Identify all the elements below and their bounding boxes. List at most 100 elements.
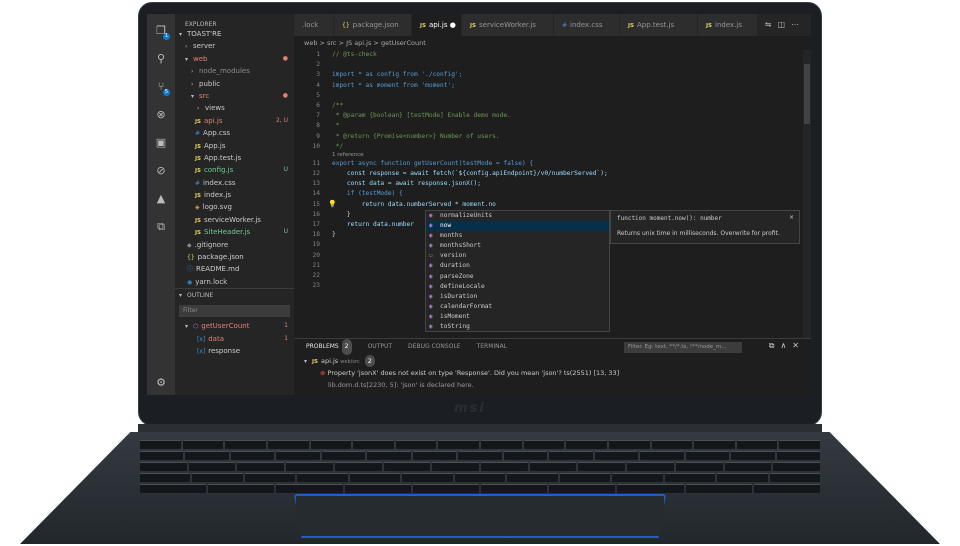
tab-output[interactable]: OUTPUT	[368, 339, 392, 355]
lightbulb-icon[interactable]: 💡	[328, 200, 337, 208]
tree-item-site-header-js[interactable]: JS SiteHeader.js U	[175, 226, 294, 238]
tree-item-gitignore[interactable]: ◆ .gitignore	[175, 239, 294, 251]
key	[523, 440, 565, 449]
collapse-all-icon[interactable]: ⧉	[769, 341, 781, 350]
key	[140, 462, 187, 471]
key-row	[140, 451, 821, 460]
suggestion-item[interactable]: ◉ calendarFormat	[426, 302, 609, 312]
code-line: /**	[332, 101, 344, 109]
suggestion-item[interactable]: ◉ duration	[426, 261, 609, 271]
suggestion-item[interactable]: ◉ defineLocale	[426, 282, 609, 292]
breadcrumb[interactable]: web > src > JS api.js > getUserCount	[294, 36, 811, 50]
search-icon[interactable]: ⚲	[154, 52, 168, 66]
maximize-panel-icon[interactable]: ∧	[780, 341, 792, 350]
tree-item-server[interactable]: › server	[175, 40, 294, 52]
tree-item-logo-svg[interactable]: ◈ logo.svg	[175, 201, 294, 213]
tree-item-public[interactable]: › public	[175, 78, 294, 90]
tree-item-src[interactable]: ▾ src ●	[175, 90, 294, 102]
key	[627, 462, 674, 471]
tab-index-css[interactable]: # index.css	[554, 14, 620, 36]
line-number: 3	[316, 71, 320, 79]
outline-item-response[interactable]: [x] response	[175, 345, 294, 357]
tree-item-app-css[interactable]: # App.css	[175, 127, 294, 139]
compare-icon[interactable]: ⇋	[765, 20, 778, 29]
azure-icon[interactable]: ▲	[154, 192, 168, 206]
line-number: 9	[316, 132, 320, 140]
extensions-icon[interactable]: ▣	[154, 136, 168, 150]
tab-debug-console[interactable]: DEBUG CONSOLE	[408, 339, 461, 355]
git-icon[interactable]: ⊘	[154, 164, 168, 178]
editor-scrollbar[interactable]	[803, 50, 811, 338]
suggestion-item[interactable]: ◉ normalizeUnits	[426, 211, 609, 221]
close-panel-icon[interactable]: ✕	[792, 341, 805, 350]
tree-label: logo.svg	[202, 203, 232, 212]
suggestion-item[interactable]: ◉ isDuration	[426, 292, 609, 302]
scroll-thumb[interactable]	[804, 64, 810, 124]
suggestion-item[interactable]: ◉ now	[426, 221, 609, 232]
line-number: 20	[312, 251, 320, 259]
activity-bar: ❐ 1 ⚲ ⑂ 5 ⊗ ▣ ⊘ ▲ ⧉ ⚙	[147, 14, 175, 395]
tree-item-app-test-js[interactable]: JS App.test.js	[175, 152, 294, 164]
codelens-references[interactable]: 1 reference	[332, 152, 608, 159]
tab-label: App.test.js	[637, 21, 675, 29]
method-icon: ◉	[429, 323, 433, 331]
tree-item-views[interactable]: › views	[175, 102, 294, 114]
tab-problems[interactable]: PROBLEMS 2	[306, 339, 352, 355]
tab-lock[interactable]: .lock	[294, 14, 334, 36]
outline-item-data[interactable]: [x] data 1	[175, 333, 294, 345]
problem-related-row[interactable]: lib.dom.d.ts[2230, 5]: 'json' is declare…	[294, 379, 811, 391]
source-control-icon[interactable]: ⑂ 5	[154, 80, 170, 96]
tab-package-json[interactable]: {} package.json	[334, 14, 412, 36]
debug-icon[interactable]: ⊗	[154, 108, 168, 122]
split-editor-icon[interactable]: ◫	[777, 20, 791, 29]
outline-title: OUTLINE	[187, 292, 214, 300]
tree-item-web[interactable]: ▾ web ●	[175, 53, 294, 65]
unsaved-dot-icon[interactable]: ●	[450, 21, 456, 29]
key	[310, 440, 352, 449]
key	[432, 462, 480, 471]
gear-icon[interactable]: ⚙	[154, 376, 168, 390]
close-icon[interactable]: ×	[789, 214, 794, 221]
tree-item-index-js[interactable]: JS index.js	[175, 189, 294, 201]
code-line: const response = await fetch(`${config.a…	[332, 170, 608, 178]
tree-item-node-modules[interactable]: › node_modules	[175, 65, 294, 77]
tree-item-package-json[interactable]: {} package.json	[175, 251, 294, 263]
outline-filter-input[interactable]: Filter	[179, 305, 290, 318]
tab-app-test-js[interactable]: JS App.test.js	[620, 14, 698, 36]
tree-item-yarn-lock[interactable]: ◉ yarn.lock	[175, 276, 294, 288]
tree-label: response	[208, 346, 241, 355]
key	[276, 451, 320, 460]
suggestion-item[interactable]: ◉ isMoment	[426, 312, 609, 322]
outline-item-get-user-count[interactable]: ▾ ⬡ getUserCount 1	[175, 320, 294, 332]
tab-api-js[interactable]: JS api.js ●	[412, 14, 462, 36]
tab-terminal[interactable]: TERMINAL	[477, 339, 508, 355]
tree-item-config-js[interactable]: JS config.js U	[175, 164, 294, 176]
tree-item-index-css[interactable]: # index.css	[175, 177, 294, 189]
suggestion-list[interactable]: ◉ normalizeUnits ◉ now ◉ months ◉ monthsShort ▭ v…	[425, 210, 610, 332]
tab-index-js[interactable]: JS index.js	[698, 14, 758, 36]
suggestion-item[interactable]: ◉ monthsShort	[426, 241, 609, 251]
tree-item-api-js[interactable]: JS api.js 2, U	[175, 115, 294, 127]
problems-filter-input[interactable]: Filter. Eg: text, **/*.ts, !**/node_m...	[624, 342, 742, 353]
line-number: 4	[316, 81, 320, 89]
suggestion-item[interactable]: ▭ version	[426, 251, 609, 261]
explorer-root[interactable]: ▾ TOAST'RE	[175, 28, 294, 40]
gitignore-file-icon: ◆	[187, 241, 192, 249]
outline-header[interactable]: ▾ OUTLINE	[175, 288, 294, 302]
tree-item-service-worker-js[interactable]: JS serviceWorker.js	[175, 214, 294, 226]
tab-service-worker-js[interactable]: JS serviceWorker.js	[462, 14, 554, 36]
files-icon[interactable]: ❐ 1	[154, 24, 170, 40]
tree-item-readme[interactable]: ⓘ README.md	[175, 263, 294, 275]
suggestion-label: calendarFormat	[440, 302, 493, 310]
suggestion-item[interactable]: ◉ parseZone	[426, 272, 609, 282]
suggestion-item[interactable]: ◉ toString	[426, 322, 609, 332]
problem-error-row[interactable]: ⊗ Property 'jsonX' does not exist on typ…	[294, 367, 811, 379]
more-actions-icon[interactable]: ⋯	[791, 20, 805, 29]
suggestion-item[interactable]: ◉ months	[426, 231, 609, 241]
problem-file-row[interactable]: ▾ JS api.js web/src 2	[294, 355, 811, 367]
tree-item-app-js[interactable]: JS App.js	[175, 140, 294, 152]
code-line: // @ts-check	[332, 51, 377, 58]
key	[578, 462, 626, 471]
deploy-icon[interactable]: ⧉	[154, 220, 168, 234]
